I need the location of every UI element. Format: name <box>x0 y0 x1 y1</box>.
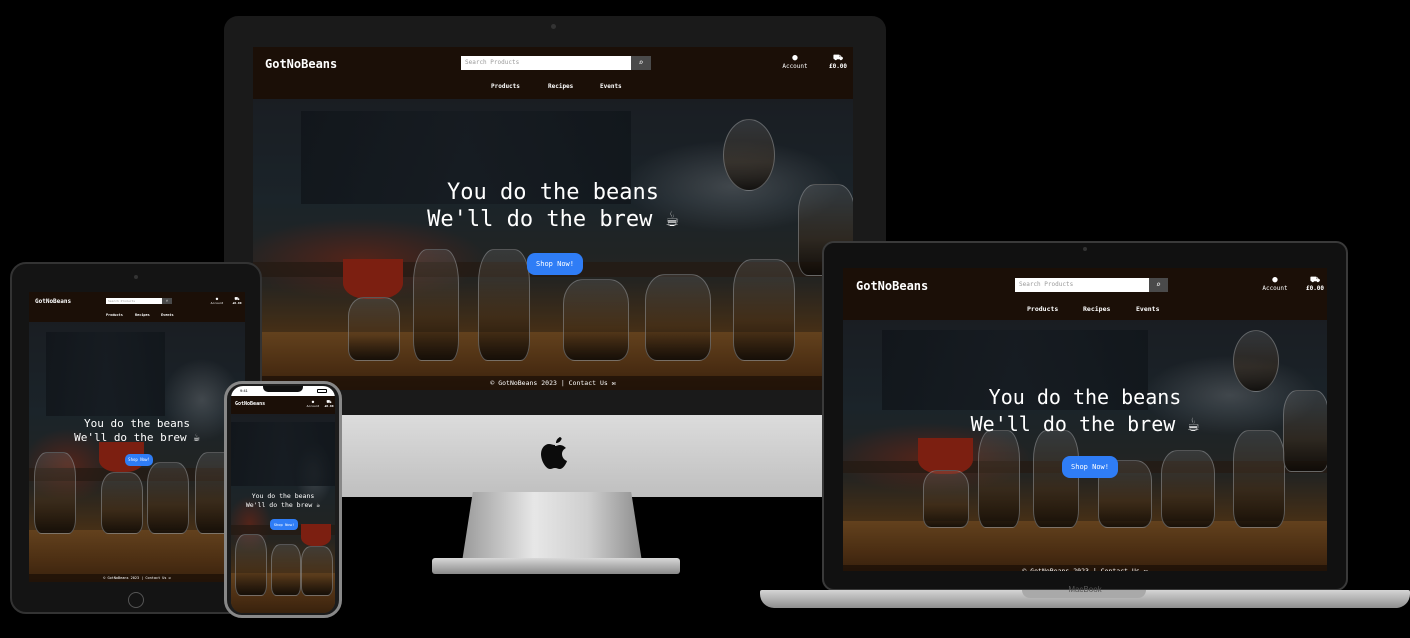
cart-link[interactable]: ⛟ £0.00 <box>229 296 245 305</box>
shop-now-button[interactable]: Shop Now! <box>270 519 298 530</box>
hero-line-2: We'll do the brew ☕ <box>245 501 321 509</box>
search-icon: ⌕ <box>165 298 169 303</box>
nav-recipes[interactable]: Recipes <box>1083 305 1110 313</box>
phone-notch <box>263 386 303 392</box>
phone-site: 9:41 GotNoBeans ● Account ⛟ £0.00 You do… <box>231 386 335 613</box>
site-header: GotNoBeans Search Products ⌕ ● Account ⛟… <box>843 268 1327 320</box>
search-icon: ⌕ <box>638 58 644 67</box>
search-input[interactable]: Search Products <box>461 56 631 70</box>
nav-recipes[interactable]: Recipes <box>135 313 150 317</box>
search-button[interactable]: ⌕ <box>1149 278 1168 292</box>
status-bar: 9:41 <box>231 386 335 396</box>
person-icon: ● <box>1272 275 1278 285</box>
hero-section: You do the beans We'll do the brew ☕ Sho… <box>843 320 1327 571</box>
hero-heading: You do the beans We'll do the brew ☕ <box>843 384 1327 438</box>
hero-heading: You do the beans We'll do the brew ☕ <box>253 179 853 233</box>
nav-products[interactable]: Products <box>1027 305 1058 313</box>
laptop-brand-label: MacBook <box>1068 585 1102 594</box>
search-button[interactable]: ⌕ <box>631 56 651 70</box>
cart-link[interactable]: ⛟ £0.00 <box>323 399 335 408</box>
account-link[interactable]: ● Account <box>777 53 813 70</box>
cart-total: £0.00 <box>232 301 242 305</box>
person-icon: ● <box>792 53 798 63</box>
hero-line-2: We'll do the brew ☕ <box>74 431 200 444</box>
desktop-site: GotNoBeans Search Products ⌕ ● Account ⛟… <box>253 47 853 390</box>
site-logo[interactable]: GotNoBeans <box>235 401 265 407</box>
site-header: GotNoBeans ● Account ⛟ £0.00 <box>231 396 335 414</box>
cart-total: £0.00 <box>1305 285 1325 292</box>
nav-recipes[interactable]: Recipes <box>548 83 573 90</box>
hero-section: You do the beans We'll do the brew ☕ Sho… <box>29 322 245 582</box>
tablet-site: GotNoBeans Search Products ⌕ ● Account ⛟… <box>29 292 245 582</box>
camera-icon <box>551 24 556 29</box>
account-label: Account <box>210 301 224 305</box>
basket-icon: ⛟ <box>1309 275 1321 284</box>
account-link[interactable]: ● Account <box>303 399 323 408</box>
apple-logo-icon <box>541 437 567 469</box>
site-footer[interactable]: © GotNoBeans 2023 | Contact Us ✉ <box>253 376 853 390</box>
shop-now-button[interactable]: Shop Now! <box>527 253 583 275</box>
hero-line-1: You do the beans <box>251 492 315 500</box>
search-icon: ⌕ <box>1156 280 1161 289</box>
nav-events[interactable]: Events <box>1136 305 1159 313</box>
cart-total: £0.00 <box>324 404 334 408</box>
status-time: 9:41 <box>240 388 248 393</box>
site-footer[interactable]: © GotNoBeans 2023 | Contact Us ✉ <box>29 574 245 582</box>
site-header: GotNoBeans Search Products ⌕ ● Account ⛟… <box>29 292 245 322</box>
cart-link[interactable]: ⛟ £0.00 <box>823 53 853 70</box>
nav-products[interactable]: Products <box>106 313 123 317</box>
site-header: GotNoBeans Search Products ⌕ ● Account ⛟… <box>253 47 853 99</box>
monitor-foot <box>432 558 680 574</box>
account-link[interactable]: ● Account <box>1257 275 1293 292</box>
basket-icon: ⛟ <box>832 53 844 62</box>
battery-icon <box>317 389 327 393</box>
laptop-site: GotNoBeans Search Products ⌕ ● Account ⛟… <box>843 268 1327 571</box>
cart-total: £0.00 <box>828 63 848 70</box>
hero-line-1: You do the beans <box>988 385 1182 409</box>
nav-products[interactable]: Products <box>491 83 520 90</box>
tablet-camera-icon <box>134 275 138 279</box>
shop-now-button[interactable]: Shop Now! <box>125 454 153 466</box>
home-button-icon <box>128 592 144 608</box>
shop-now-button[interactable]: Shop Now! <box>1062 456 1118 478</box>
hero-heading: You do the beans We'll do the brew ☕ <box>29 417 245 445</box>
nav-events[interactable]: Events <box>600 83 622 90</box>
account-label: Account <box>1262 285 1288 292</box>
hero-line-1: You do the beans <box>447 180 659 205</box>
monitor-stand <box>462 492 642 562</box>
hero-section: You do the beans We'll do the brew ☕ Sho… <box>253 99 853 390</box>
account-label: Account <box>306 404 320 408</box>
hero-heading: You do the beans We'll do the brew ☕ <box>231 492 335 510</box>
laptop-camera-icon <box>1083 247 1087 251</box>
hero-section: You do the beans We'll do the brew ☕ Sho… <box>231 414 335 613</box>
hero-line-2: We'll do the brew ☕ <box>427 207 679 232</box>
nav-events[interactable]: Events <box>161 313 174 317</box>
search-input[interactable]: Search Products <box>106 298 162 304</box>
hero-line-2: We'll do the brew ☕ <box>970 412 1200 436</box>
cart-link[interactable]: ⛟ £0.00 <box>1301 275 1327 292</box>
site-logo[interactable]: GotNoBeans <box>265 57 337 71</box>
search-button[interactable]: ⌕ <box>162 298 172 304</box>
hero-line-1: You do the beans <box>84 417 190 430</box>
account-label: Account <box>782 63 808 70</box>
site-footer[interactable]: © GotNoBeans 2023 | Contact Us ✉ <box>843 565 1327 571</box>
account-link[interactable]: ● Account <box>207 296 227 305</box>
site-logo[interactable]: GotNoBeans <box>856 279 928 293</box>
search-input[interactable]: Search Products <box>1015 278 1149 292</box>
site-logo[interactable]: GotNoBeans <box>35 298 71 305</box>
